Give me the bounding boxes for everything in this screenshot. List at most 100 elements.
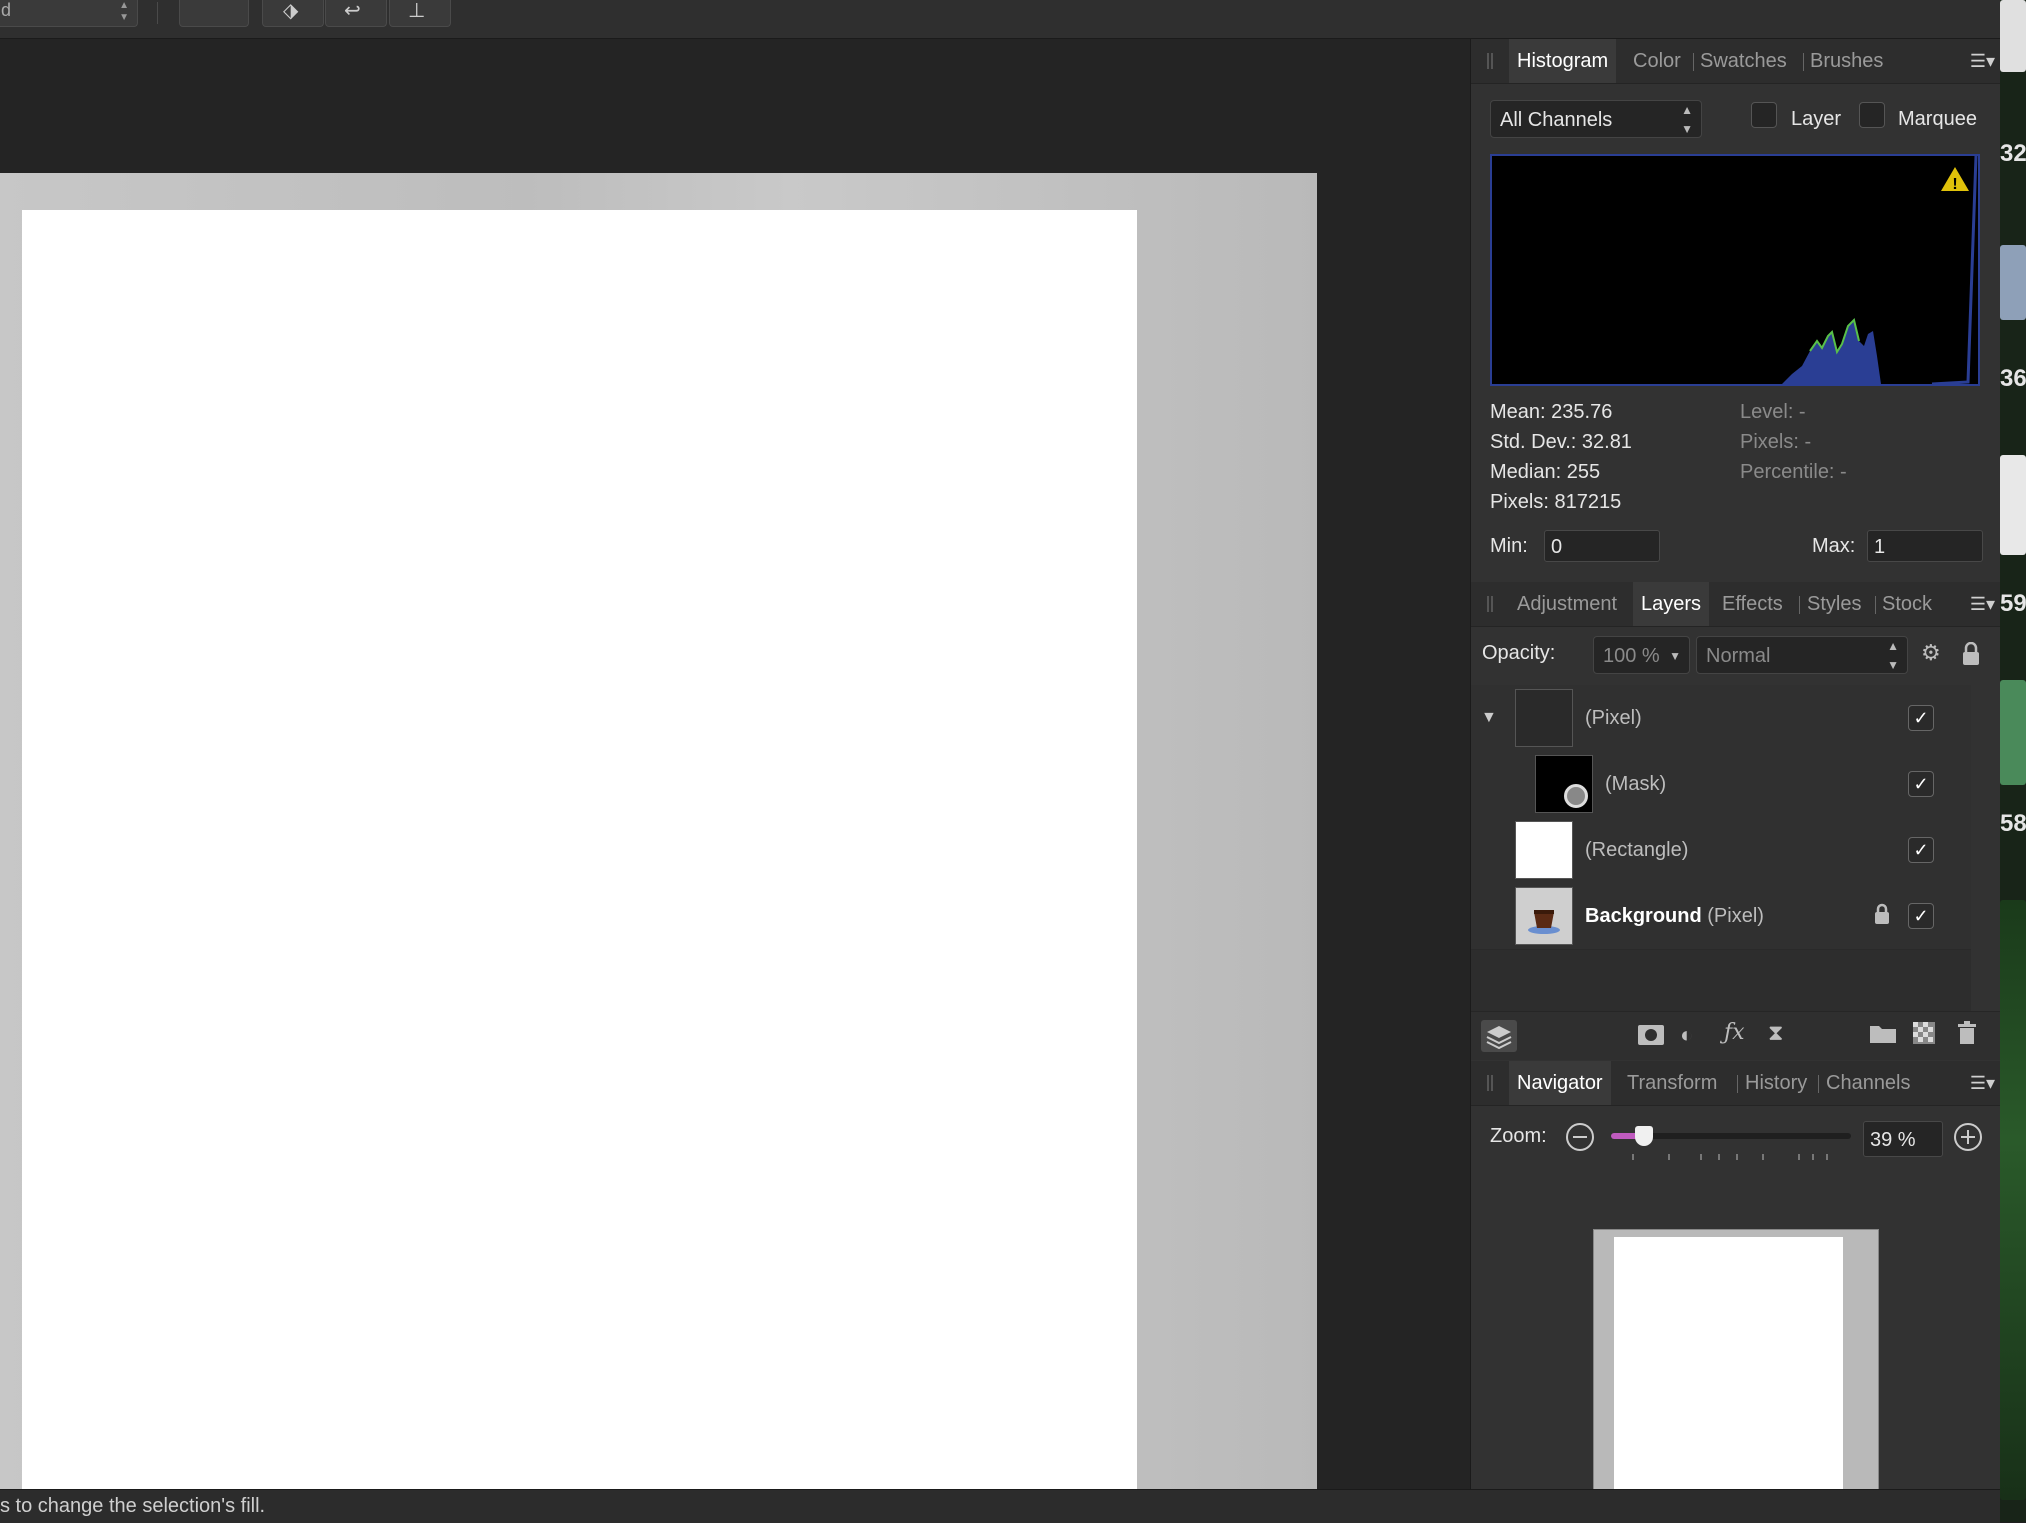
- stat-pixels-selection: Pixels: -: [1740, 431, 1812, 453]
- adjustment-icon[interactable]: ◐: [1680, 1022, 1693, 1048]
- layer-name[interactable]: (Rectangle): [1585, 817, 1688, 883]
- tab-effects[interactable]: Effects: [1722, 582, 1783, 626]
- lock-icon[interactable]: [1961, 641, 1981, 672]
- tab-color[interactable]: Color: [1633, 39, 1681, 83]
- toolbar-button-transform[interactable]: ⬗: [262, 0, 324, 27]
- channel-select-value: All Channels: [1500, 109, 1613, 131]
- panel-menu-icon[interactable]: ☰▾: [1970, 1073, 1995, 1094]
- trash-icon[interactable]: [1957, 1021, 1977, 1051]
- warning-triangle-icon[interactable]: !: [1940, 166, 1970, 193]
- marquee-checkbox[interactable]: [1859, 102, 1885, 128]
- opacity-label: Opacity:: [1482, 642, 1556, 664]
- tab-histogram[interactable]: Histogram: [1509, 39, 1617, 83]
- toolbar-button-undo[interactable]: ↩: [325, 0, 387, 27]
- navigator-tabbar: Navigator Transform History Channels ☰▾: [1471, 1061, 2001, 1106]
- layers-footer-toolbar: ◐ ƒx ⧗: [1471, 1011, 2001, 1060]
- tab-divider: [1693, 53, 1694, 71]
- status-bar: s to change the selection's fill.: [0, 1489, 2000, 1523]
- tool-select[interactable]: d ▲ ▼: [0, 0, 138, 27]
- canvas-page[interactable]: [22, 210, 1137, 1489]
- dropdown-arrow-icon: ▼: [1669, 649, 1681, 663]
- thumbnail-image: [2000, 245, 2026, 320]
- pixel-layer-icon[interactable]: [1913, 1022, 1935, 1050]
- tab-adjustment[interactable]: Adjustment: [1517, 582, 1617, 626]
- stepper-icon: ▲ ▼: [1887, 639, 1899, 672]
- channel-select[interactable]: All Channels ▲ ▼: [1490, 100, 1702, 138]
- right-panel-column: Histogram Color Swatches Brushes ☰▾ All …: [1470, 39, 2001, 1513]
- layer-row[interactable]: (Mask) ✓: [1471, 751, 1971, 818]
- layer-thumbnail: [1515, 887, 1573, 945]
- layer-row[interactable]: Background (Pixel) ✓: [1471, 883, 1971, 950]
- min-label: Min:: [1490, 535, 1528, 557]
- tab-layers[interactable]: Layers: [1633, 582, 1710, 626]
- disclosure-triangle-icon[interactable]: ▼: [1481, 709, 1497, 727]
- canvas-workspace[interactable]: [0, 39, 1470, 1489]
- histogram-graph: !: [1490, 154, 1980, 386]
- visibility-checkbox[interactable]: ✓: [1908, 705, 1934, 731]
- layer-name[interactable]: Background (Pixel): [1585, 883, 1764, 949]
- panel-grip-icon[interactable]: [1487, 596, 1493, 612]
- thumbnail-image: [2000, 0, 2026, 72]
- layer-type: (Pixel): [1707, 905, 1764, 927]
- tab-swatches[interactable]: Swatches: [1700, 39, 1787, 83]
- min-field[interactable]: 0: [1544, 530, 1660, 562]
- panel-grip-icon[interactable]: [1487, 1075, 1493, 1091]
- panel-menu-icon[interactable]: ☰▾: [1970, 51, 1995, 72]
- zoom-ticks: [1631, 1149, 1851, 1160]
- tab-brushes[interactable]: Brushes: [1810, 39, 1883, 83]
- opacity-select[interactable]: 100 % ▼: [1593, 636, 1690, 674]
- histogram-tabbar: Histogram Color Swatches Brushes ☰▾: [1471, 39, 2001, 84]
- top-toolbar: d ▲ ▼ ⬗ ↩ ⊥: [0, 0, 2000, 39]
- zoom-in-icon[interactable]: [1954, 1123, 1982, 1151]
- tool-select-value: d: [1, 0, 12, 20]
- visibility-checkbox[interactable]: ✓: [1908, 771, 1934, 797]
- tab-history[interactable]: History: [1745, 1061, 1807, 1105]
- panel-menu-icon[interactable]: ☰▾: [1970, 594, 1995, 615]
- layer-row[interactable]: (Rectangle) ✓: [1471, 817, 1971, 884]
- navigator-page-preview: [1614, 1237, 1843, 1501]
- layer-row[interactable]: ▼ (Pixel) ✓: [1471, 685, 1971, 752]
- toolbar-button-blank[interactable]: [179, 0, 249, 27]
- transform-icon: ⬗: [283, 0, 299, 22]
- max-field[interactable]: 1: [1867, 530, 1983, 562]
- tab-transform[interactable]: Transform: [1627, 1061, 1717, 1105]
- visibility-checkbox[interactable]: ✓: [1908, 837, 1934, 863]
- layer-lock-icon[interactable]: [1873, 903, 1891, 931]
- stat-median: Median: 255: [1490, 461, 1601, 483]
- marquee-checkbox-label: Marquee: [1898, 108, 1977, 130]
- tab-styles[interactable]: Styles: [1807, 582, 1861, 626]
- thumbnail-image: [2000, 900, 2026, 1500]
- svg-text:!: !: [1952, 176, 1957, 192]
- layers-stack-icon[interactable]: [1481, 1020, 1517, 1058]
- blend-mode-select[interactable]: Normal ▲ ▼: [1696, 636, 1908, 674]
- folder-icon[interactable]: [1869, 1022, 1897, 1050]
- histogram-plot: [1782, 155, 1978, 386]
- stat-pixels: Pixels: 817215: [1490, 491, 1622, 513]
- mask-layer-icon[interactable]: [1637, 1022, 1665, 1052]
- zoom-field[interactable]: 39 %: [1863, 1121, 1943, 1157]
- fx-icon[interactable]: ƒx: [1724, 1020, 1745, 1045]
- stat-std-dev: Std. Dev.: 32.81: [1490, 431, 1632, 453]
- layer-name[interactable]: (Mask): [1605, 751, 1666, 817]
- tab-navigator[interactable]: Navigator: [1509, 1061, 1611, 1105]
- visibility-checkbox[interactable]: ✓: [1908, 903, 1934, 929]
- zoom-out-icon[interactable]: [1566, 1123, 1594, 1151]
- layer-thumbnail: [1515, 689, 1573, 747]
- zoom-slider[interactable]: [1611, 1126, 1851, 1146]
- toolbar-divider: [157, 2, 158, 24]
- navigator-preview[interactable]: [1593, 1229, 1879, 1513]
- stepper-icon: ▲ ▼: [119, 0, 129, 23]
- stat-mean: Mean: 235.76: [1490, 401, 1613, 423]
- tab-stock[interactable]: Stock: [1882, 582, 1932, 626]
- tab-channels[interactable]: Channels: [1826, 1061, 1911, 1105]
- gear-icon[interactable]: ⚙: [1921, 640, 1941, 666]
- panel-grip-icon[interactable]: [1487, 53, 1493, 69]
- layer-checkbox-label: Layer: [1791, 108, 1842, 130]
- layer-name[interactable]: (Pixel): [1585, 685, 1642, 751]
- layer-name-bold: Background: [1585, 905, 1702, 927]
- zoom-slider-knob[interactable]: [1635, 1126, 1653, 1146]
- toolbar-button-align[interactable]: ⊥: [389, 0, 451, 27]
- tab-divider: [1875, 596, 1876, 614]
- layer-checkbox[interactable]: [1751, 102, 1777, 128]
- live-filter-icon[interactable]: ⧗: [1768, 1020, 1783, 1046]
